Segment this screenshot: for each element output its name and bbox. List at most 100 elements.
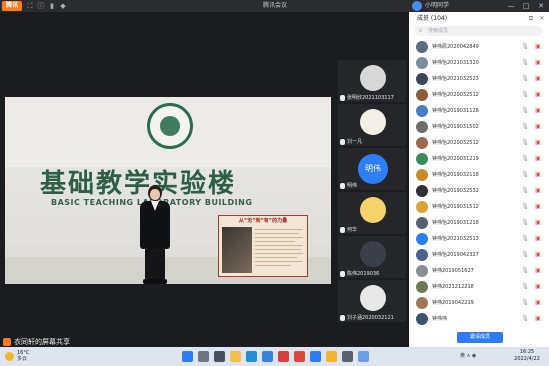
member-row[interactable]: 钟伟怡2020032512 🎙 ▣: [409, 135, 549, 151]
fullscreen-icon[interactable]: ⛶: [26, 2, 34, 10]
settings-icon[interactable]: [342, 351, 353, 362]
weather-desc: 多云: [17, 356, 28, 362]
mic-icon[interactable]: 🎙: [521, 203, 529, 211]
meeting-icon[interactable]: [310, 351, 321, 362]
notes-icon[interactable]: [326, 351, 337, 362]
mic-icon[interactable]: 🎙: [521, 267, 529, 275]
camera-off-icon[interactable]: ▣: [533, 139, 543, 147]
member-row[interactable]: 钟伟怡2019031218 🎙 ▣: [409, 215, 549, 231]
camera-off-icon[interactable]: ▣: [533, 187, 543, 195]
avatar: [416, 297, 428, 309]
member-row[interactable]: 钟伟怡2019031128 🎙 ▣: [409, 103, 549, 119]
member-row[interactable]: 钟伟2019051627 🎙 ▣: [409, 263, 549, 279]
camera-off-icon[interactable]: ▣: [533, 91, 543, 99]
mic-icon[interactable]: 🎙: [521, 187, 529, 195]
mic-icon[interactable]: 🎙: [521, 123, 529, 131]
signal-icon[interactable]: ▮: [48, 2, 56, 10]
camera-off-icon[interactable]: ▣: [533, 267, 543, 275]
mic-icon[interactable]: 🎙: [521, 43, 529, 51]
avatar: [416, 233, 428, 245]
member-row[interactable]: 钟伟怡2020032512 🎙 ▣: [409, 87, 549, 103]
clock-date: 2022/4/22: [514, 356, 540, 362]
file-explorer-icon[interactable]: [230, 351, 241, 362]
task-view-icon[interactable]: [214, 351, 225, 362]
member-row[interactable]: 钟伟怡2019042327 🎙 ▣: [409, 247, 549, 263]
search-icon[interactable]: [198, 351, 209, 362]
camera-off-icon[interactable]: ▣: [533, 43, 543, 51]
mail-icon[interactable]: [278, 351, 289, 362]
mic-icon[interactable]: 🎙: [521, 75, 529, 83]
avatar: [416, 281, 428, 293]
presenter: [135, 185, 175, 284]
participant-tile[interactable]: 明伟 明伟: [338, 148, 406, 190]
camera-off-icon[interactable]: ▣: [533, 75, 543, 83]
weather-widget[interactable]: 16°C 多云: [5, 349, 45, 364]
mic-icon[interactable]: 🎙: [521, 235, 529, 243]
mic-icon[interactable]: 🎙: [521, 251, 529, 259]
member-row[interactable]: 钟伟怡2021032523 🎙 ▣: [409, 71, 549, 87]
maximize-button[interactable]: □: [521, 1, 531, 11]
popout-icon[interactable]: ⧉: [527, 15, 535, 23]
shield-icon[interactable]: ◆: [59, 2, 67, 10]
camera-off-icon[interactable]: ▣: [533, 203, 543, 211]
member-row[interactable]: 钟伟怡2019032532 🎙 ▣: [409, 183, 549, 199]
camera-off-icon[interactable]: ▣: [533, 155, 543, 163]
member-row[interactable]: 钟伟怡2021031320 🎙 ▣: [409, 55, 549, 71]
participant-name: 何华: [347, 227, 358, 233]
mic-icon[interactable]: 🎙: [521, 171, 529, 179]
member-row[interactable]: 钟伟2021212218 🎙 ▣: [409, 279, 549, 295]
camera-off-icon[interactable]: ▣: [533, 123, 543, 131]
camera-off-icon[interactable]: ▣: [533, 171, 543, 179]
member-name: 钟伟2021212218: [432, 284, 474, 290]
camera-off-icon[interactable]: ▣: [533, 299, 543, 307]
participant-tile[interactable]: 张明欣2021103117: [338, 60, 406, 102]
invite-button[interactable]: 邀请成员: [457, 332, 503, 343]
pictures-icon[interactable]: [358, 351, 369, 362]
participant-tile[interactable]: 刘一凡: [338, 104, 406, 146]
mic-icon[interactable]: 🎙: [521, 315, 529, 323]
close-button[interactable]: ✕: [536, 1, 546, 11]
camera-off-icon[interactable]: ▣: [533, 235, 543, 243]
mic-icon[interactable]: 🎙: [521, 299, 529, 307]
mic-icon[interactable]: 🎙: [521, 91, 529, 99]
system-tray[interactable]: 英 ∧ ◉: [460, 352, 476, 360]
participant-tile[interactable]: 何华: [338, 192, 406, 234]
camera-off-icon[interactable]: ▣: [533, 283, 543, 291]
mic-icon[interactable]: 🎙: [521, 219, 529, 227]
info-icon[interactable]: ⓘ: [37, 2, 45, 10]
camera-off-icon[interactable]: ▣: [533, 59, 543, 67]
mic-icon[interactable]: 🎙: [521, 155, 529, 163]
member-row[interactable]: 钟伟怡2019031502 🎙 ▣: [409, 119, 549, 135]
participant-tile[interactable]: 刘子涵2020032121: [338, 280, 406, 322]
camera-off-icon[interactable]: ▣: [533, 315, 543, 323]
member-row[interactable]: 钟伟怡2021032513 🎙 ▣: [409, 231, 549, 247]
windows-start-icon[interactable]: [182, 351, 193, 362]
member-search[interactable]: ⌕: [415, 26, 543, 36]
member-row[interactable]: 钟伟2019042219 🎙 ▣: [409, 295, 549, 311]
mic-icon[interactable]: 🎙: [521, 283, 529, 291]
member-row[interactable]: 钟伟怡2019031512 🎙 ▣: [409, 199, 549, 215]
member-name: 钟伟2019051627: [432, 268, 474, 274]
camera-off-icon[interactable]: ▣: [533, 107, 543, 115]
minimize-button[interactable]: —: [506, 1, 516, 11]
mic-icon[interactable]: 🎙: [521, 107, 529, 115]
member-row[interactable]: 钟伟怡2020031219 🎙 ▣: [409, 151, 549, 167]
mic-icon[interactable]: 🎙: [521, 139, 529, 147]
close-icon[interactable]: ✕: [538, 15, 546, 23]
member-row[interactable]: 钟伟辰2020042849 🎙 ▣: [409, 39, 549, 55]
camera-off-icon[interactable]: ▣: [533, 251, 543, 259]
browser-icon[interactable]: [246, 351, 257, 362]
store-icon[interactable]: [262, 351, 273, 362]
participant-tile[interactable]: 陈伟2019036: [338, 236, 406, 278]
shared-video[interactable]: 基础教学实验楼 BASIC TEACHING LABORATORY BUILDI…: [5, 97, 331, 284]
camera-off-icon[interactable]: ▣: [533, 219, 543, 227]
participant-name: 明伟: [347, 183, 358, 189]
member-row[interactable]: 钟伟怡2019032118 🎙 ▣: [409, 167, 549, 183]
search-input[interactable]: [428, 26, 538, 36]
avatar: 明伟: [358, 154, 388, 184]
member-row[interactable]: 钟伟伟 🎙 ▣: [409, 311, 549, 327]
clock[interactable]: 16:25 2022/4/22: [508, 349, 546, 363]
member-name: 钟伟伟: [432, 316, 448, 322]
wps-icon[interactable]: [294, 351, 305, 362]
mic-icon[interactable]: 🎙: [521, 59, 529, 67]
